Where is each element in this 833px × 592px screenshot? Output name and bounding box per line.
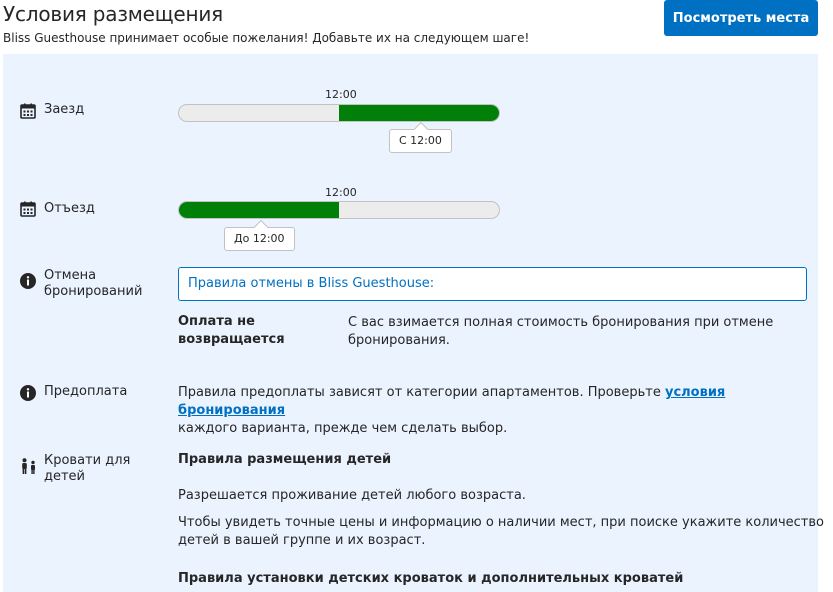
calendar-icon [20, 201, 36, 217]
children-label-line1: Кровати для [44, 453, 131, 468]
child-rule-prices-line2: детей в вашей группе и их возраст. [178, 533, 426, 548]
prepayment-label: Предоплата [44, 384, 128, 399]
prepayment-text-line2: каждого варианта, прежде чем сделать выб… [178, 421, 508, 436]
policy-text-line1: С вас взимается полная стоимость брониро… [348, 315, 774, 330]
checkout-time-bar [178, 201, 500, 219]
children-label-line2: детей [44, 469, 86, 484]
info-icon [20, 273, 36, 289]
child-rules-title: Правила размещения детей [178, 452, 392, 467]
child-rule-any-age: Разрешается проживание детей любого возр… [178, 488, 526, 503]
calendar-icon [20, 103, 36, 119]
children-label: Кровати для детей [44, 453, 130, 485]
cancellation-label-line2: бронирований [44, 284, 143, 299]
checkin-bar-fill [339, 105, 499, 121]
page-subtitle: Bliss Guesthouse принимает особые пожела… [3, 31, 530, 45]
cancellation-label: Отмена бронирований [44, 268, 142, 300]
checkout-tooltip-text: До 12:00 [234, 232, 285, 245]
beds-rules-title: Правила установки детских кроваток и доп… [178, 571, 684, 586]
checkin-time-label: 12:00 [325, 88, 357, 101]
cancellation-label-line1: Отмена [44, 268, 97, 283]
policy-title: Оплата не возвращается [178, 313, 285, 349]
prepayment-text: Правила предоплаты зависят от категории … [178, 384, 833, 438]
prepayment-text-before-link: Правила предоплаты зависят от категории … [178, 385, 665, 400]
checkout-time-label: 12:00 [325, 186, 357, 199]
checkout-label: Отъезд [44, 201, 95, 216]
child-rule-prices: Чтобы увидеть точные цены и информацию о… [178, 514, 824, 550]
checkin-time-bar [178, 104, 500, 122]
policy-text-line2: бронирования. [348, 333, 450, 348]
info-icon [20, 385, 36, 401]
child-rule-prices-line1: Чтобы увидеть точные цены и информацию о… [178, 515, 824, 530]
view-rooms-button[interactable]: Посмотреть места [664, 0, 818, 36]
policy-title-line1: Оплата не [178, 314, 255, 329]
checkout-tooltip: До 12:00 [224, 219, 295, 251]
checkin-label: Заезд [44, 102, 85, 117]
family-icon [22, 458, 35, 474]
cancellation-policy-box[interactable]: Правила отмены в Bliss Guesthouse: [178, 267, 807, 301]
policy-title-line2: возвращается [178, 332, 285, 347]
policy-text: С вас взимается полная стоимость брониро… [348, 314, 773, 350]
checkin-tooltip: С 12:00 [389, 121, 452, 153]
page-title: Условия размещения [3, 2, 224, 26]
prepayment-text-line1: Правила предоплаты зависят от категории … [178, 384, 833, 420]
checkout-bar-fill [179, 202, 339, 218]
